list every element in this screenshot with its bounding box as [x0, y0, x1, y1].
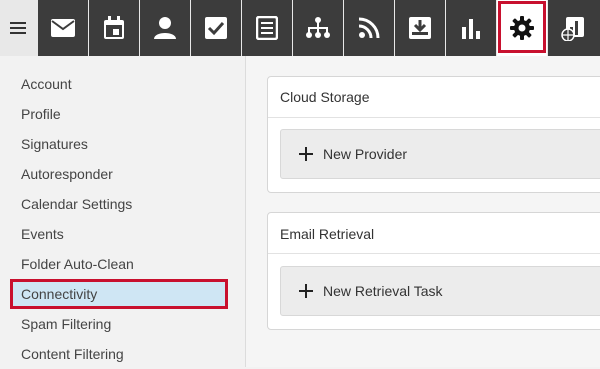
reports-button[interactable]	[446, 0, 496, 56]
notes-button[interactable]	[242, 0, 292, 56]
sidebar-item-account[interactable]: Account	[21, 69, 72, 99]
panel-title: Email Retrieval	[280, 226, 375, 242]
settings-sidebar: Account Profile Signatures Autoresponder…	[0, 56, 246, 367]
highlight-box	[498, 1, 546, 53]
sidebar-item-autoresponder[interactable]: Autoresponder	[21, 159, 113, 189]
rss-button[interactable]	[344, 0, 394, 56]
rss-icon	[358, 17, 380, 39]
contacts-icon	[154, 17, 176, 39]
settings-button[interactable]	[497, 0, 547, 56]
plus-icon	[299, 284, 313, 298]
button-label: New Retrieval Task	[323, 283, 443, 299]
sidebar-item-calendar-settings[interactable]: Calendar Settings	[21, 189, 132, 219]
download-icon	[409, 17, 431, 39]
panel-divider	[268, 253, 600, 254]
admin-button[interactable]	[548, 0, 600, 56]
tasks-button[interactable]	[191, 0, 241, 56]
panel-title: Cloud Storage	[280, 89, 370, 105]
sidebar-item-profile[interactable]: Profile	[21, 99, 61, 129]
email-retrieval-panel: Email Retrieval New Retrieval Task	[267, 212, 600, 330]
sidebar-item-connectivity[interactable]: Connectivity	[10, 279, 228, 309]
calendar-icon	[104, 16, 124, 39]
new-retrieval-task-button[interactable]: New Retrieval Task	[280, 266, 600, 316]
top-toolbar	[0, 0, 600, 56]
network-button[interactable]	[293, 0, 343, 56]
tasks-icon	[205, 17, 227, 39]
new-provider-button[interactable]: New Provider	[280, 129, 600, 179]
reports-icon	[462, 19, 480, 39]
main-content: Cloud Storage New Provider Email Retriev…	[246, 56, 600, 367]
notes-icon	[256, 16, 278, 40]
panel-divider	[268, 117, 600, 118]
sidebar-item-signatures[interactable]: Signatures	[21, 129, 88, 159]
contacts-button[interactable]	[140, 0, 190, 56]
mail-icon	[51, 19, 75, 37]
sidebar-item-content-filtering[interactable]: Content Filtering	[21, 339, 124, 369]
plus-icon	[299, 147, 313, 161]
mail-button[interactable]	[38, 0, 88, 56]
download-button[interactable]	[395, 0, 445, 56]
hamburger-icon	[10, 22, 26, 34]
admin-chart-icon	[561, 17, 584, 41]
menu-button[interactable]	[0, 0, 36, 56]
network-icon	[306, 17, 330, 38]
button-label: New Provider	[323, 146, 408, 162]
sidebar-item-events[interactable]: Events	[21, 219, 64, 249]
calendar-button[interactable]	[89, 0, 139, 56]
sidebar-item-folder-auto-clean[interactable]: Folder Auto-Clean	[21, 249, 134, 279]
sidebar-item-spam-filtering[interactable]: Spam Filtering	[21, 309, 111, 339]
cloud-storage-panel: Cloud Storage New Provider	[267, 76, 600, 193]
